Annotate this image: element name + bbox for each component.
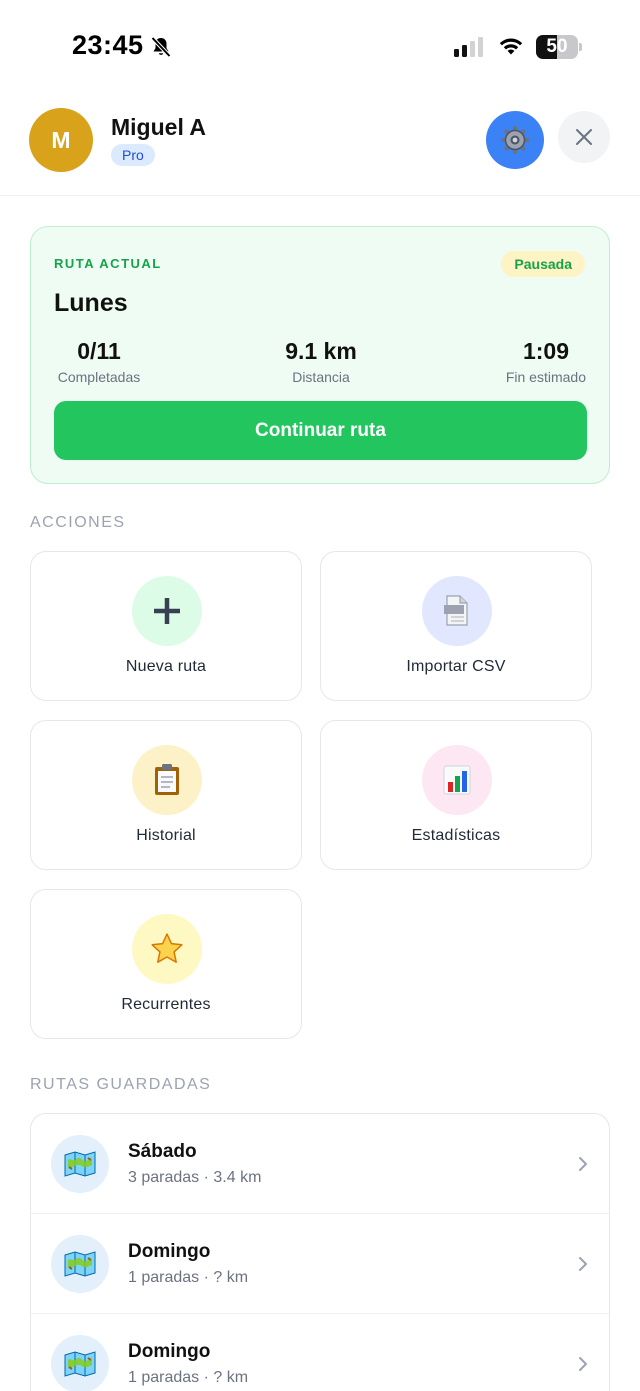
chevron-right-icon xyxy=(579,1157,587,1171)
star-icon xyxy=(151,933,183,963)
new-route-tile[interactable]: Nueva ruta xyxy=(30,551,302,701)
row-title: Domingo xyxy=(128,1241,211,1262)
battery-level: 50 xyxy=(546,36,568,57)
tile-label: Estadísticas xyxy=(411,827,501,844)
recurring-tile[interactable]: Recurrentes xyxy=(30,889,302,1039)
document-icon xyxy=(444,595,468,626)
tile-icon-circle xyxy=(422,745,492,815)
tile-icon-circle xyxy=(422,576,492,646)
row-title: Domingo xyxy=(128,1341,211,1362)
import-csv-tile[interactable]: Importar CSV xyxy=(320,551,592,701)
map-icon xyxy=(64,1351,96,1377)
settings-button[interactable] xyxy=(486,111,544,169)
gear-icon xyxy=(501,126,529,154)
saved-route-row[interactable]: Domingo 1 paradas · ? km xyxy=(31,1314,609,1391)
row-details: 1 paradas · ? km xyxy=(128,1369,249,1386)
status-time: 23:45 xyxy=(72,30,144,60)
status-badge: Pausada xyxy=(501,251,585,277)
row-details: 3 paradas · 3.4 km xyxy=(128,1169,262,1186)
actions-section-title: ACCIONES xyxy=(30,514,126,531)
saved-route-row[interactable]: Sábado 3 paradas · 3.4 km xyxy=(31,1114,609,1214)
stat-label: Distancia xyxy=(292,369,350,385)
row-title: Sábado xyxy=(128,1141,197,1162)
status-bar: 23:45 50 xyxy=(0,0,640,94)
bar-chart-icon xyxy=(443,765,471,795)
map-icon xyxy=(64,1151,96,1177)
saved-routes-section-title: RUTAS GUARDADAS xyxy=(30,1076,212,1093)
saved-routes-list: Sábado 3 paradas · 3.4 km Domingo 1 para… xyxy=(30,1113,610,1391)
tile-label: Historial xyxy=(136,827,196,844)
close-button[interactable] xyxy=(558,111,610,163)
continue-route-button[interactable]: Continuar ruta xyxy=(54,401,587,460)
current-route-card: RUTA ACTUAL Pausada Lunes 0/11 Completad… xyxy=(30,226,610,484)
route-name: Lunes xyxy=(54,289,128,317)
row-icon-circle xyxy=(51,1235,109,1293)
clipboard-icon xyxy=(155,764,179,795)
saved-route-row[interactable]: Domingo 1 paradas · ? km xyxy=(31,1214,609,1314)
current-route-eyebrow: RUTA ACTUAL xyxy=(54,256,162,271)
stat-label: Completadas xyxy=(57,369,141,385)
stat-value: 9.1 km xyxy=(285,338,357,364)
stat-value: 0/11 xyxy=(77,338,121,364)
stat-label: Fin estimado xyxy=(505,369,586,385)
tile-label: Recurrentes xyxy=(121,996,211,1013)
tile-icon-circle xyxy=(132,576,202,646)
plus-icon xyxy=(154,598,180,624)
cellular-signal-icon xyxy=(454,37,483,57)
avatar[interactable]: M xyxy=(29,108,93,172)
bell-slash-icon xyxy=(151,36,171,58)
stat-value: 1:09 xyxy=(522,338,570,364)
row-details: 1 paradas · ? km xyxy=(128,1269,249,1286)
close-icon xyxy=(576,129,592,145)
chevron-right-icon xyxy=(579,1257,587,1271)
tile-label: Importar CSV xyxy=(406,658,506,675)
stat-completed: 0/11 Completadas xyxy=(54,337,144,387)
tile-label: Nueva ruta xyxy=(125,658,207,675)
history-tile[interactable]: Historial xyxy=(30,720,302,870)
chevron-right-icon xyxy=(579,1357,587,1371)
stat-estimated-end: 1:09 Fin estimado xyxy=(496,337,586,387)
plan-badge: Pro xyxy=(111,144,155,166)
stat-distance: 9.1 km Distancia xyxy=(261,337,381,387)
row-icon-circle xyxy=(51,1335,109,1391)
user-name: Miguel A xyxy=(111,114,206,140)
row-icon-circle xyxy=(51,1135,109,1193)
profile-header: M Miguel A Pro xyxy=(0,94,640,196)
tile-icon-circle xyxy=(132,745,202,815)
map-icon xyxy=(64,1251,96,1277)
tile-icon-circle xyxy=(132,914,202,984)
battery-icon: 50 xyxy=(536,35,582,59)
statistics-tile[interactable]: Estadísticas xyxy=(320,720,592,870)
wifi-icon xyxy=(499,38,523,55)
